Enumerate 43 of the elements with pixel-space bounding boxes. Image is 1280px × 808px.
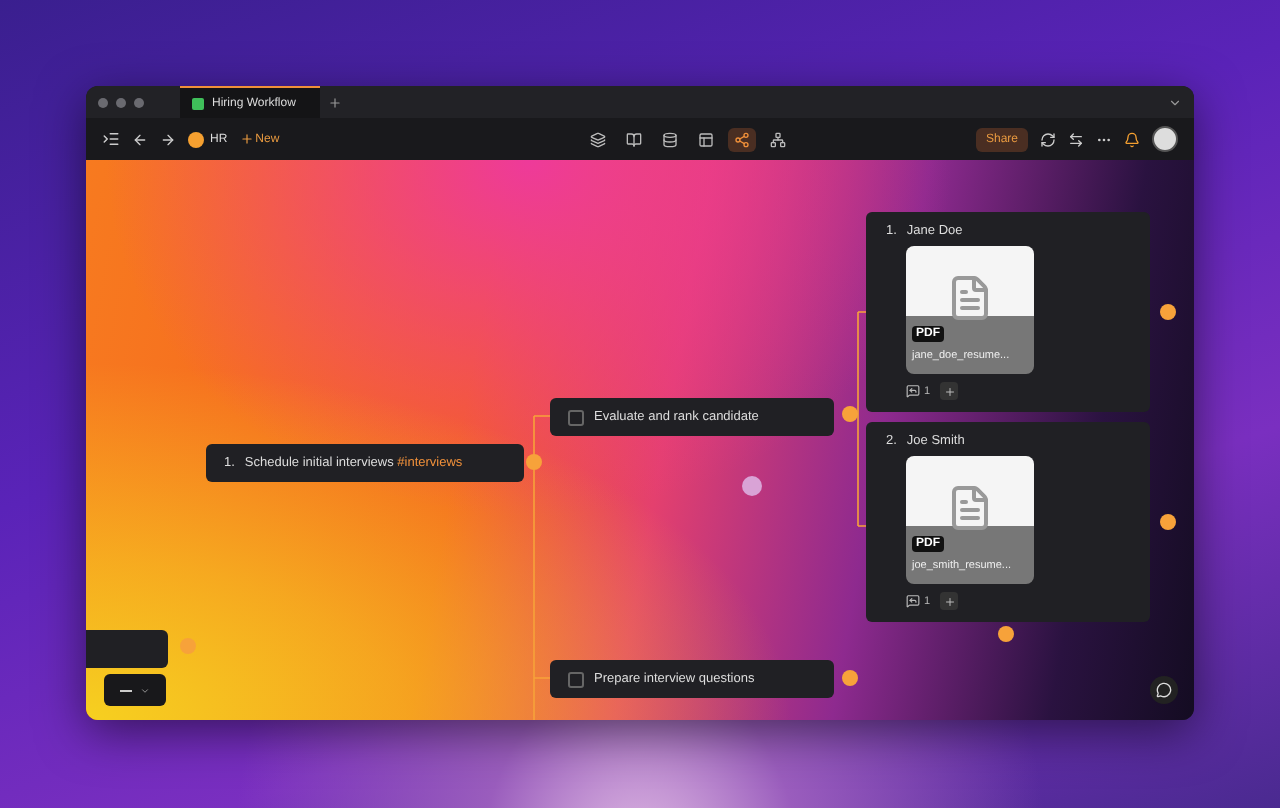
mind-map-node[interactable] xyxy=(86,630,168,668)
share-icon xyxy=(733,131,750,147)
layers-icon xyxy=(589,131,606,147)
swap-icon[interactable] xyxy=(1068,131,1084,147)
plus-icon xyxy=(943,385,956,397)
comment-icon[interactable] xyxy=(906,384,920,398)
chat-button[interactable] xyxy=(1150,676,1178,704)
hierarchy-icon xyxy=(769,131,786,147)
checkbox[interactable] xyxy=(568,671,584,687)
database-icon xyxy=(661,131,678,147)
book-icon xyxy=(625,131,642,147)
cursor-dot xyxy=(742,476,762,496)
chevron-down-icon xyxy=(140,685,150,695)
document-icon xyxy=(946,274,994,322)
connector-handle[interactable] xyxy=(998,626,1014,642)
add-button[interactable] xyxy=(940,382,959,400)
checkbox[interactable] xyxy=(568,409,584,425)
workspace-avatar xyxy=(188,131,204,147)
sidebar-toggle-icon[interactable] xyxy=(102,130,120,148)
plus-icon xyxy=(239,132,254,146)
tab-favicon-icon xyxy=(192,97,204,109)
notification-icon[interactable] xyxy=(1124,131,1140,147)
zoom-dropdown[interactable] xyxy=(104,674,166,706)
connector-handle[interactable] xyxy=(526,454,542,470)
connector-handle[interactable] xyxy=(180,638,196,654)
chat-icon xyxy=(1156,682,1172,698)
connector-handle[interactable] xyxy=(842,406,858,422)
connector-handle[interactable] xyxy=(1160,514,1176,530)
connector-handle[interactable] xyxy=(1160,304,1176,320)
comment-icon[interactable] xyxy=(906,594,920,608)
chevron-down-icon[interactable] xyxy=(1168,95,1182,109)
back-icon[interactable] xyxy=(132,131,148,147)
connector-handle[interactable] xyxy=(842,670,858,686)
dash-icon xyxy=(120,689,132,691)
sync-icon[interactable] xyxy=(1040,131,1056,147)
add-button[interactable] xyxy=(940,592,959,610)
plus-icon xyxy=(943,595,956,607)
user-avatar[interactable] xyxy=(1152,126,1178,152)
forward-icon[interactable] xyxy=(160,131,176,147)
view-mode-button[interactable] xyxy=(727,127,756,151)
new-tab-icon[interactable] xyxy=(328,95,342,109)
layout-icon xyxy=(697,131,714,147)
document-icon xyxy=(946,484,994,532)
